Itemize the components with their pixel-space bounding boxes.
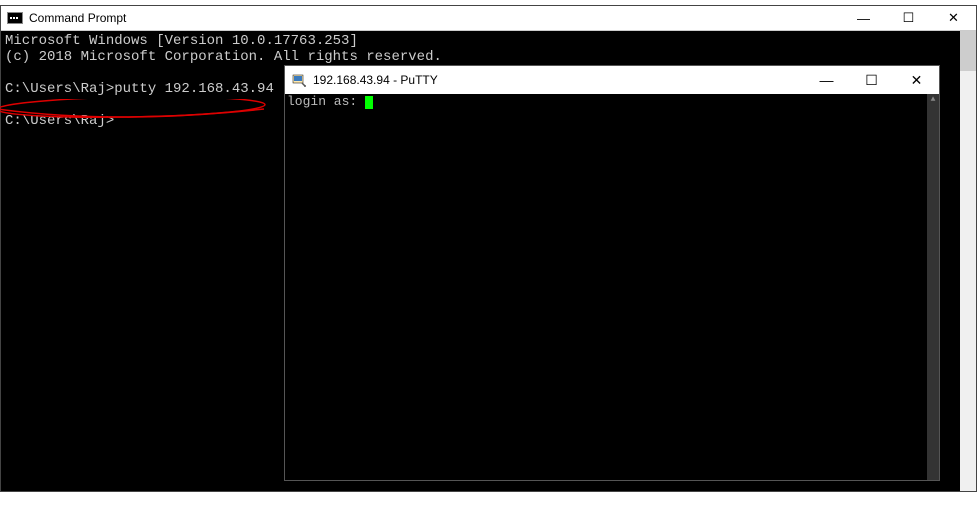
cmd-title: Command Prompt — [29, 11, 841, 25]
cmd-scroll-thumb[interactable] — [960, 31, 976, 71]
putty-terminal-content[interactable]: login as: ▲ — [285, 94, 939, 480]
maximize-button[interactable]: ☐ — [849, 66, 894, 94]
putty-scrollbar[interactable]: ▲ — [927, 94, 939, 480]
cmd-titlebar[interactable]: Command Prompt — ☐ ✕ — [1, 6, 976, 31]
cmd-window-controls: — ☐ ✕ — [841, 6, 976, 31]
close-button[interactable]: ✕ — [894, 66, 939, 94]
maximize-button[interactable]: ☐ — [886, 6, 931, 31]
cmd-icon — [7, 12, 23, 24]
minimize-button[interactable]: — — [804, 66, 849, 94]
cmd-line-copyright: (c) 2018 Microsoft Corporation. All righ… — [5, 49, 442, 65]
cmd-scrollbar[interactable] — [960, 31, 976, 491]
putty-icon — [291, 72, 307, 88]
putty-window: 192.168.43.94 - PuTTY — ☐ ✕ login as: ▲ — [284, 65, 940, 481]
cmd-line-command: C:\Users\Raj>putty 192.168.43.94 — [5, 81, 274, 97]
cmd-line-version: Microsoft Windows [Version 10.0.17763.25… — [5, 33, 358, 49]
putty-window-controls: — ☐ ✕ — [804, 66, 939, 94]
putty-title: 192.168.43.94 - PuTTY — [313, 73, 804, 87]
putty-cursor — [365, 96, 373, 109]
bottom-strip — [0, 492, 977, 517]
scroll-up-icon[interactable]: ▲ — [927, 94, 939, 106]
putty-login-prompt: login as: — [287, 94, 365, 109]
putty-titlebar[interactable]: 192.168.43.94 - PuTTY — ☐ ✕ — [285, 66, 939, 94]
minimize-button[interactable]: — — [841, 6, 886, 31]
close-button[interactable]: ✕ — [931, 6, 976, 31]
cmd-line-prompt: C:\Users\Raj> — [5, 113, 114, 129]
